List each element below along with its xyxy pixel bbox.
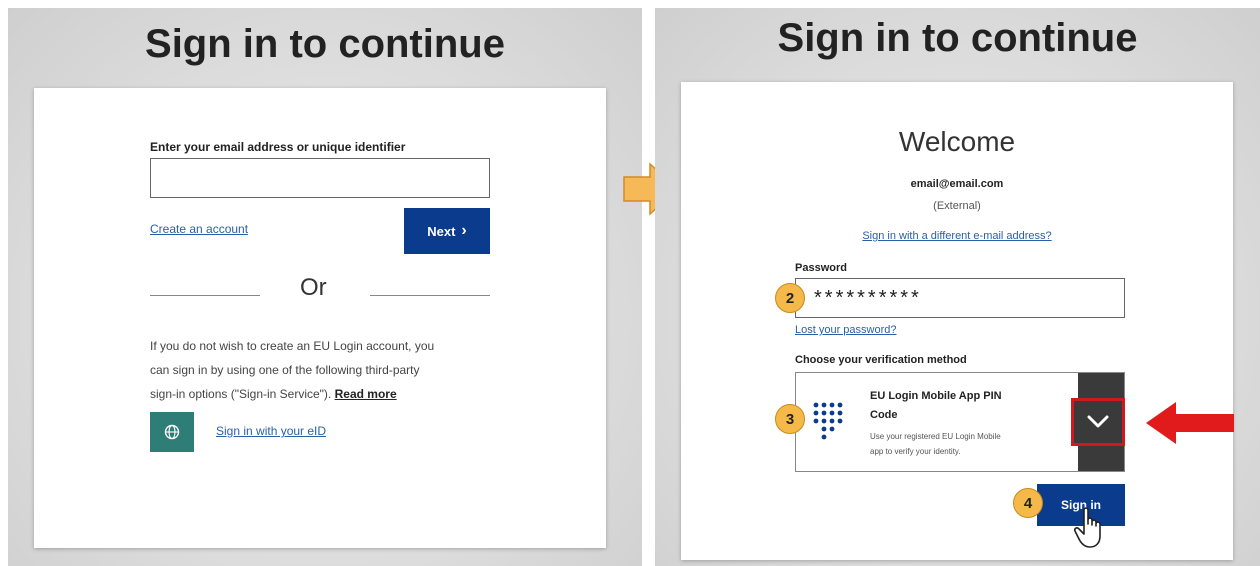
- password-card: Welcome email@email.com (External) Sign …: [681, 82, 1233, 560]
- eid-link[interactable]: Sign in with your eID: [216, 424, 326, 438]
- method-desc-line-1: Use your registered EU Login Mobile: [870, 432, 1001, 441]
- user-email: email@email.com: [910, 178, 1004, 190]
- method-title-line-1: EU Login Mobile App PIN: [870, 390, 1002, 402]
- chevron-right-icon: ›: [461, 222, 467, 239]
- step-badge-2: 2: [775, 283, 805, 313]
- right-heading: Sign in to continue: [777, 16, 1138, 60]
- different-email-link[interactable]: Sign in with a different e-mail address?: [681, 230, 1233, 242]
- divider-left: [150, 295, 260, 296]
- info-line-2: can sign in by using one of the followin…: [150, 363, 420, 377]
- read-more-link[interactable]: Read more: [335, 387, 397, 401]
- email-label: Enter your email address or unique ident…: [150, 140, 406, 154]
- left-heading: Sign in to continue: [145, 22, 505, 66]
- step-badge-4: 4: [1013, 488, 1043, 518]
- welcome-heading: Welcome: [898, 126, 1016, 157]
- globe-icon: [164, 424, 180, 440]
- method-description: Use your registered EU Login Mobile app …: [870, 429, 1050, 459]
- email-input[interactable]: [150, 158, 490, 198]
- next-button[interactable]: Next ›: [404, 208, 490, 254]
- method-title: EU Login Mobile App PIN Code: [870, 385, 1060, 423]
- left-panel: Sign in to continue Enter your email add…: [8, 8, 642, 566]
- red-arrow-icon: [1146, 402, 1234, 444]
- lost-password-link[interactable]: Lost your password?: [795, 324, 897, 336]
- method-title-line-2: Code: [870, 409, 898, 421]
- or-text: Or: [300, 274, 327, 301]
- email-card: Enter your email address or unique ident…: [34, 88, 606, 548]
- third-party-info: If you do not wish to create an EU Login…: [150, 334, 510, 406]
- eid-button[interactable]: [150, 412, 194, 452]
- method-desc-line-2: app to verify your identity.: [870, 447, 961, 456]
- keypad-icon: [813, 402, 843, 440]
- next-button-label: Next: [427, 223, 456, 239]
- password-input[interactable]: **********: [795, 278, 1125, 318]
- info-line-3-text: sign-in options ("Sign-in Service").: [150, 387, 332, 401]
- user-type: (External): [933, 200, 981, 212]
- password-label: Password: [795, 262, 847, 274]
- divider-right: [370, 295, 490, 296]
- dropdown-highlight[interactable]: [1071, 398, 1125, 446]
- info-line-1: If you do not wish to create an EU Login…: [150, 339, 435, 353]
- step-badge-3: 3: [775, 404, 805, 434]
- verification-label: Choose your verification method: [795, 354, 967, 366]
- create-account-link[interactable]: Create an account: [150, 222, 248, 236]
- hand-cursor-icon: [1074, 507, 1101, 548]
- chevron-down-icon: [1087, 415, 1109, 428]
- info-line-3: sign-in options ("Sign-in Service"). Rea…: [150, 382, 510, 406]
- right-panel: Sign in to continue Welcome email@email.…: [655, 8, 1260, 566]
